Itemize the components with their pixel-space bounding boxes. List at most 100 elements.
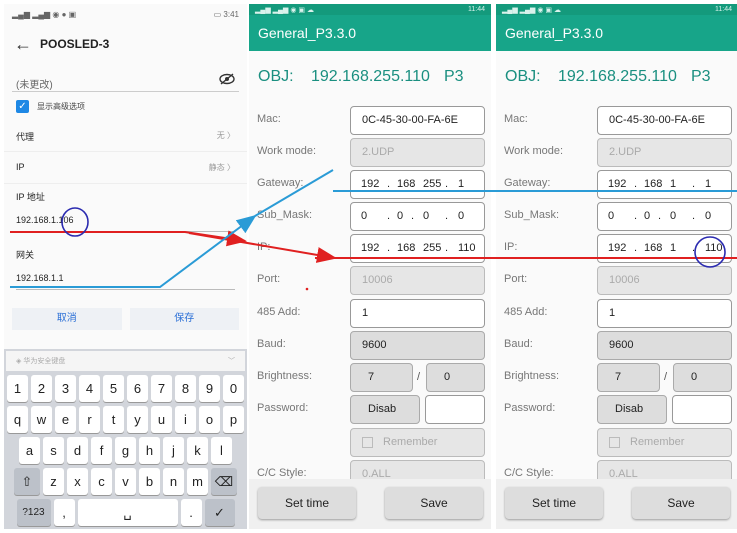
back-arrow-icon[interactable]: ← bbox=[14, 34, 40, 55]
keyboard-key[interactable]: q bbox=[7, 406, 28, 433]
brightness-field[interactable]: 7 bbox=[597, 363, 660, 392]
sub-mask-octet[interactable]: 0 bbox=[361, 203, 367, 230]
baud-button[interactable]: 9600 bbox=[597, 331, 732, 360]
keyboard-key[interactable]: x bbox=[67, 468, 88, 495]
ip-address-field[interactable]: IP 地址 192.168.1.106 bbox=[4, 184, 247, 242]
keyboard-key[interactable]: v bbox=[115, 468, 136, 495]
sub-mask-octet[interactable]: 0 bbox=[705, 203, 711, 230]
password-disable-button[interactable]: Disab bbox=[350, 395, 420, 424]
keyboard-key[interactable]: l bbox=[211, 437, 232, 464]
ip-octet[interactable]: 110 bbox=[705, 235, 723, 262]
gateway-octet[interactable]: 1 bbox=[670, 171, 676, 198]
remember-checkbox[interactable]: Remember bbox=[597, 428, 732, 457]
gateway-field[interactable]: 192. 168. 255. 1 bbox=[350, 170, 485, 199]
keyboard-key[interactable]: 0 bbox=[223, 375, 244, 402]
ip-octet[interactable]: 192 bbox=[608, 235, 626, 262]
keyboard-key[interactable]: o bbox=[199, 406, 220, 433]
keyboard-key[interactable]: d bbox=[67, 437, 88, 464]
keyboard-key[interactable]: n bbox=[163, 468, 184, 495]
sub-mask-field[interactable]: 0. 0. 0. 0 bbox=[350, 202, 485, 231]
sub-mask-octet[interactable]: 0 bbox=[458, 203, 464, 230]
keyboard-key[interactable]: f bbox=[91, 437, 112, 464]
keyboard-key[interactable]: 9 bbox=[199, 375, 220, 402]
gateway-field[interactable]: 192. 168. 1. 1 bbox=[597, 170, 732, 199]
ip-octet[interactable]: 110 bbox=[458, 235, 476, 262]
keyboard-key[interactable]: 2 bbox=[31, 375, 52, 402]
keyboard-key[interactable]: g bbox=[115, 437, 136, 464]
keyboard-key[interactable]: z bbox=[43, 468, 64, 495]
ip-octet[interactable]: 192 bbox=[361, 235, 379, 262]
baud-button[interactable]: 9600 bbox=[350, 331, 485, 360]
proxy-row[interactable]: 代理 无 〉 bbox=[4, 120, 247, 152]
keyboard-key[interactable]: 4 bbox=[79, 375, 100, 402]
keyboard-key[interactable]: y bbox=[127, 406, 148, 433]
485-add-field[interactable]: 1 bbox=[597, 299, 732, 328]
keyboard-key[interactable]: t bbox=[103, 406, 124, 433]
keyboard-key[interactable]: r bbox=[79, 406, 100, 433]
mac-field[interactable]: 0C-45-30-00-FA-6E bbox=[597, 106, 732, 135]
gateway-octet[interactable]: 1 bbox=[705, 171, 711, 198]
keyboard-key[interactable]: h bbox=[139, 437, 160, 464]
brightness-max-field[interactable]: 0 bbox=[673, 363, 732, 392]
keyboard-key[interactable]: ⌫ bbox=[211, 468, 237, 495]
keyboard-key[interactable]: ␣ bbox=[77, 499, 178, 526]
cancel-button[interactable]: 取消 bbox=[12, 308, 122, 330]
keyboard-key[interactable]: e bbox=[55, 406, 76, 433]
keyboard-key[interactable]: ?123 bbox=[16, 499, 51, 526]
sub-mask-field[interactable]: 0. 0. 0. 0 bbox=[597, 202, 732, 231]
brightness-field[interactable]: 7 bbox=[350, 363, 413, 392]
password-disable-button[interactable]: Disab bbox=[597, 395, 667, 424]
gateway-octet[interactable]: 255 bbox=[423, 171, 441, 198]
gateway-octet[interactable]: 192 bbox=[361, 171, 379, 198]
keyboard-key[interactable]: 1 bbox=[7, 375, 28, 402]
keyboard-key[interactable]: 6 bbox=[127, 375, 148, 402]
ip-address-input[interactable]: 192.168.1.106 bbox=[16, 215, 235, 232]
keyboard-key[interactable]: b bbox=[139, 468, 160, 495]
keyboard-key[interactable]: 8 bbox=[175, 375, 196, 402]
keyboard-key[interactable]: j bbox=[163, 437, 184, 464]
hide-password-icon[interactable] bbox=[219, 72, 235, 86]
gateway-octet[interactable]: 1 bbox=[458, 171, 464, 198]
ip-field[interactable]: 192. 168. 1. 110 bbox=[597, 234, 732, 263]
remember-checkbox[interactable]: Remember bbox=[350, 428, 485, 457]
keyboard-key[interactable]: s bbox=[43, 437, 64, 464]
save-button[interactable]: Save bbox=[385, 487, 483, 519]
password-input[interactable]: (未更改) bbox=[12, 64, 239, 92]
ip-octet[interactable]: 1 bbox=[670, 235, 676, 262]
set-time-button[interactable]: Set time bbox=[505, 487, 603, 519]
collapse-keyboard-icon[interactable]: ﹀ bbox=[228, 356, 235, 366]
sub-mask-octet[interactable]: 0 bbox=[423, 203, 429, 230]
keyboard-key[interactable]: 7 bbox=[151, 375, 172, 402]
sub-mask-octet[interactable]: 0 bbox=[670, 203, 676, 230]
keyboard-key[interactable]: c bbox=[91, 468, 112, 495]
keyboard-key[interactable]: a bbox=[19, 437, 40, 464]
keyboard-key[interactable]: ✓ bbox=[204, 499, 235, 526]
password-input[interactable] bbox=[425, 395, 485, 424]
ip-octet[interactable]: 255 bbox=[423, 235, 441, 262]
keyboard-key[interactable]: u bbox=[151, 406, 172, 433]
keyboard-key[interactable]: k bbox=[187, 437, 208, 464]
mac-field[interactable]: 0C-45-30-00-FA-6E bbox=[350, 106, 485, 135]
keyboard-key[interactable]: m bbox=[187, 468, 208, 495]
password-input[interactable] bbox=[672, 395, 732, 424]
save-button[interactable]: 保存 bbox=[129, 308, 239, 330]
keyboard-key[interactable]: w bbox=[31, 406, 52, 433]
keyboard-key[interactable]: . bbox=[180, 499, 202, 526]
sub-mask-octet[interactable]: 0 bbox=[397, 203, 403, 230]
brightness-max-field[interactable]: 0 bbox=[426, 363, 485, 392]
gateway-input[interactable]: 192.168.1.1 bbox=[16, 273, 235, 290]
keyboard-key[interactable]: , bbox=[53, 499, 75, 526]
485-add-field[interactable]: 1 bbox=[350, 299, 485, 328]
keyboard-key[interactable]: p bbox=[223, 406, 244, 433]
show-advanced-checkbox[interactable]: ✓ 显示高级选项 bbox=[4, 92, 247, 120]
keyboard-key[interactable]: i bbox=[175, 406, 196, 433]
sub-mask-octet[interactable]: 0 bbox=[644, 203, 650, 230]
keyboard-key[interactable]: ⇧ bbox=[14, 468, 40, 495]
set-time-button[interactable]: Set time bbox=[258, 487, 356, 519]
keyboard-key[interactable]: 3 bbox=[55, 375, 76, 402]
sub-mask-octet[interactable]: 0 bbox=[608, 203, 614, 230]
ip-setting-row[interactable]: IP 静态 〉 bbox=[4, 152, 247, 184]
save-button[interactable]: Save bbox=[632, 487, 730, 519]
gateway-field[interactable]: 网关 192.168.1.1 bbox=[4, 242, 247, 300]
ip-field[interactable]: 192. 168. 255. 110 bbox=[350, 234, 485, 263]
